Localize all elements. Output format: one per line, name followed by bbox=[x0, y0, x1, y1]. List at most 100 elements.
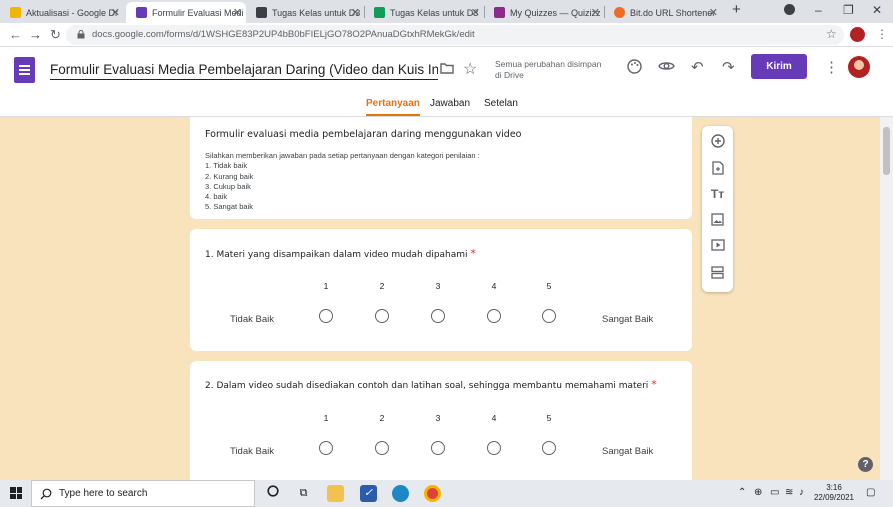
address-bar-row: ← → ↻ docs.google.com/forms/d/1WSHGE83P2… bbox=[0, 23, 893, 47]
close-tab-icon[interactable]: ✕ bbox=[351, 6, 360, 19]
lock-icon bbox=[77, 30, 85, 39]
browser-tab-tugas-2[interactable]: Tugas Kelas untuk D3 ✕ bbox=[364, 2, 484, 23]
close-tab-icon[interactable]: ✕ bbox=[591, 6, 600, 19]
browser-tab-bitdo[interactable]: Bit.do URL Shortener ✕ bbox=[604, 2, 722, 23]
question-card-1[interactable]: 1. Materi yang disampaikan dalam video m… bbox=[190, 229, 692, 351]
rating-item: 2. Kurang baik bbox=[205, 171, 254, 181]
close-tab-icon[interactable]: ✕ bbox=[233, 6, 242, 19]
rating-item: 5. Sangat baik bbox=[205, 202, 253, 212]
new-tab-button[interactable]: + bbox=[732, 1, 741, 18]
bookmark-star-icon[interactable]: ☆ bbox=[826, 27, 837, 41]
radio-option-5[interactable] bbox=[542, 441, 556, 455]
browser-menu-icon[interactable]: ⋮ bbox=[876, 27, 888, 41]
page-scrollbar[interactable] bbox=[880, 117, 893, 480]
browser-tab-tugas-1[interactable]: Tugas Kelas untuk D3 ✕ bbox=[246, 2, 364, 23]
radio-option-1[interactable] bbox=[319, 309, 333, 323]
quizizz-icon bbox=[494, 7, 505, 18]
reload-icon[interactable]: ↻ bbox=[50, 27, 61, 43]
redo-icon[interactable]: ↷ bbox=[722, 58, 735, 76]
send-button[interactable]: Kirim bbox=[751, 54, 807, 79]
radio-option-4[interactable] bbox=[487, 309, 501, 323]
scale-number: 3 bbox=[435, 281, 441, 291]
help-icon[interactable]: ? bbox=[858, 457, 873, 472]
close-window-button[interactable]: ✕ bbox=[872, 3, 882, 17]
browser-tab-quizizz[interactable]: My Quizzes — Quizizz ✕ bbox=[484, 2, 604, 23]
restore-button[interactable]: ❐ bbox=[843, 3, 854, 17]
add-image-icon[interactable] bbox=[702, 213, 733, 229]
radio-option-1[interactable] bbox=[319, 441, 333, 455]
rating-item: 3. Cukup baik bbox=[205, 181, 251, 191]
scale-number: 4 bbox=[491, 413, 497, 423]
task-view-icon[interactable]: ⧉ bbox=[295, 485, 312, 502]
undo-icon[interactable]: ↶ bbox=[691, 58, 704, 76]
scrollbar-thumb[interactable] bbox=[883, 127, 890, 175]
add-title-icon[interactable]: Tт bbox=[702, 187, 733, 201]
radio-option-3[interactable] bbox=[431, 309, 445, 323]
scale-low-label: Tidak Baik bbox=[230, 446, 274, 457]
back-icon[interactable]: ← bbox=[9, 27, 22, 42]
star-icon[interactable]: ☆ bbox=[463, 59, 477, 79]
app-icon[interactable]: ✓ bbox=[360, 485, 377, 502]
search-icon bbox=[40, 488, 52, 500]
wifi-icon[interactable]: ≋ bbox=[785, 487, 793, 498]
url-field[interactable]: docs.google.com/forms/d/1WSHGE83P2UP4bB0… bbox=[66, 25, 844, 45]
file-explorer-icon[interactable] bbox=[327, 485, 344, 502]
avatar[interactable] bbox=[848, 56, 870, 78]
import-questions-icon[interactable] bbox=[702, 161, 733, 178]
edge-icon[interactable] bbox=[392, 485, 409, 502]
scale-high-label: Sangat Baik bbox=[602, 314, 654, 325]
close-tab-icon[interactable]: ✕ bbox=[471, 6, 480, 19]
question-title: 2. Dalam video sudah disediakan contoh d… bbox=[205, 378, 657, 391]
chrome-icon[interactable] bbox=[424, 485, 441, 502]
close-tab-icon[interactable]: ✕ bbox=[111, 6, 120, 19]
forward-icon[interactable]: → bbox=[29, 27, 42, 42]
more-menu-icon[interactable]: ⋮ bbox=[824, 58, 839, 76]
question-card-2[interactable]: 2. Dalam video sudah disediakan contoh d… bbox=[190, 361, 692, 491]
scale-number: 2 bbox=[379, 281, 385, 291]
radio-option-5[interactable] bbox=[542, 309, 556, 323]
battery-icon[interactable]: ▭ bbox=[770, 487, 779, 498]
scale-number: 5 bbox=[546, 281, 552, 291]
browser-tab-formulir[interactable]: Formulir Evaluasi Medi ✕ bbox=[126, 2, 246, 23]
scale-number: 4 bbox=[491, 281, 497, 291]
windows-start-icon[interactable] bbox=[10, 487, 22, 499]
close-tab-icon[interactable]: ✕ bbox=[709, 6, 718, 19]
tab-jawaban[interactable]: Jawaban bbox=[430, 98, 470, 109]
required-asterisk: * bbox=[651, 378, 657, 391]
form-description-title: Formulir evaluasi media pembelajaran dar… bbox=[205, 129, 522, 140]
browser-tab-aktualisasi[interactable]: Aktualisasi - Google Dr ✕ bbox=[0, 2, 124, 23]
radio-option-4[interactable] bbox=[487, 441, 501, 455]
radio-option-2[interactable] bbox=[375, 309, 389, 323]
browser-tab-bar: Aktualisasi - Google Dr ✕ Formulir Evalu… bbox=[0, 0, 893, 23]
classroom-icon bbox=[256, 7, 267, 18]
rating-item: 4. baik bbox=[205, 192, 228, 202]
scale-number: 2 bbox=[379, 413, 385, 423]
form-description-card[interactable]: Formulir evaluasi media pembelajaran dar… bbox=[190, 117, 692, 219]
tab-setelan[interactable]: Setelan bbox=[484, 98, 518, 109]
radio-option-2[interactable] bbox=[375, 441, 389, 455]
bitdo-icon bbox=[614, 7, 625, 18]
tray-app-icon[interactable]: ⊕ bbox=[754, 487, 762, 498]
tab-search-icon[interactable] bbox=[784, 4, 795, 15]
add-section-icon[interactable] bbox=[702, 266, 733, 282]
notification-icon[interactable]: ▢ bbox=[866, 487, 875, 498]
radio-option-3[interactable] bbox=[431, 441, 445, 455]
minimize-button[interactable]: – bbox=[815, 3, 822, 17]
palette-icon[interactable] bbox=[627, 59, 642, 78]
scale-low-label: Tidak Baik bbox=[230, 314, 274, 325]
add-video-icon[interactable] bbox=[702, 239, 733, 254]
volume-icon[interactable]: ♪ bbox=[799, 487, 804, 498]
tab-pertanyaan[interactable]: Pertanyaan bbox=[366, 98, 420, 116]
preview-eye-icon[interactable] bbox=[658, 59, 675, 77]
folder-icon[interactable] bbox=[440, 61, 454, 77]
taskbar-clock[interactable]: 3:16 22/09/2021 bbox=[808, 483, 860, 503]
cortana-icon[interactable] bbox=[264, 485, 281, 502]
profile-avatar-small[interactable] bbox=[850, 27, 865, 42]
tray-chevron-icon[interactable]: ⌃ bbox=[738, 487, 746, 498]
google-forms-logo-icon[interactable] bbox=[14, 57, 35, 83]
taskbar-search-input[interactable]: Type here to search bbox=[31, 480, 255, 507]
form-title-input[interactable]: Formulir Evaluasi Media Pembelajaran Dar… bbox=[50, 62, 438, 80]
scale-number: 3 bbox=[435, 413, 441, 423]
add-question-icon[interactable] bbox=[702, 134, 733, 151]
form-section-tabs: Pertanyaan Jawaban Setelan bbox=[0, 96, 893, 116]
